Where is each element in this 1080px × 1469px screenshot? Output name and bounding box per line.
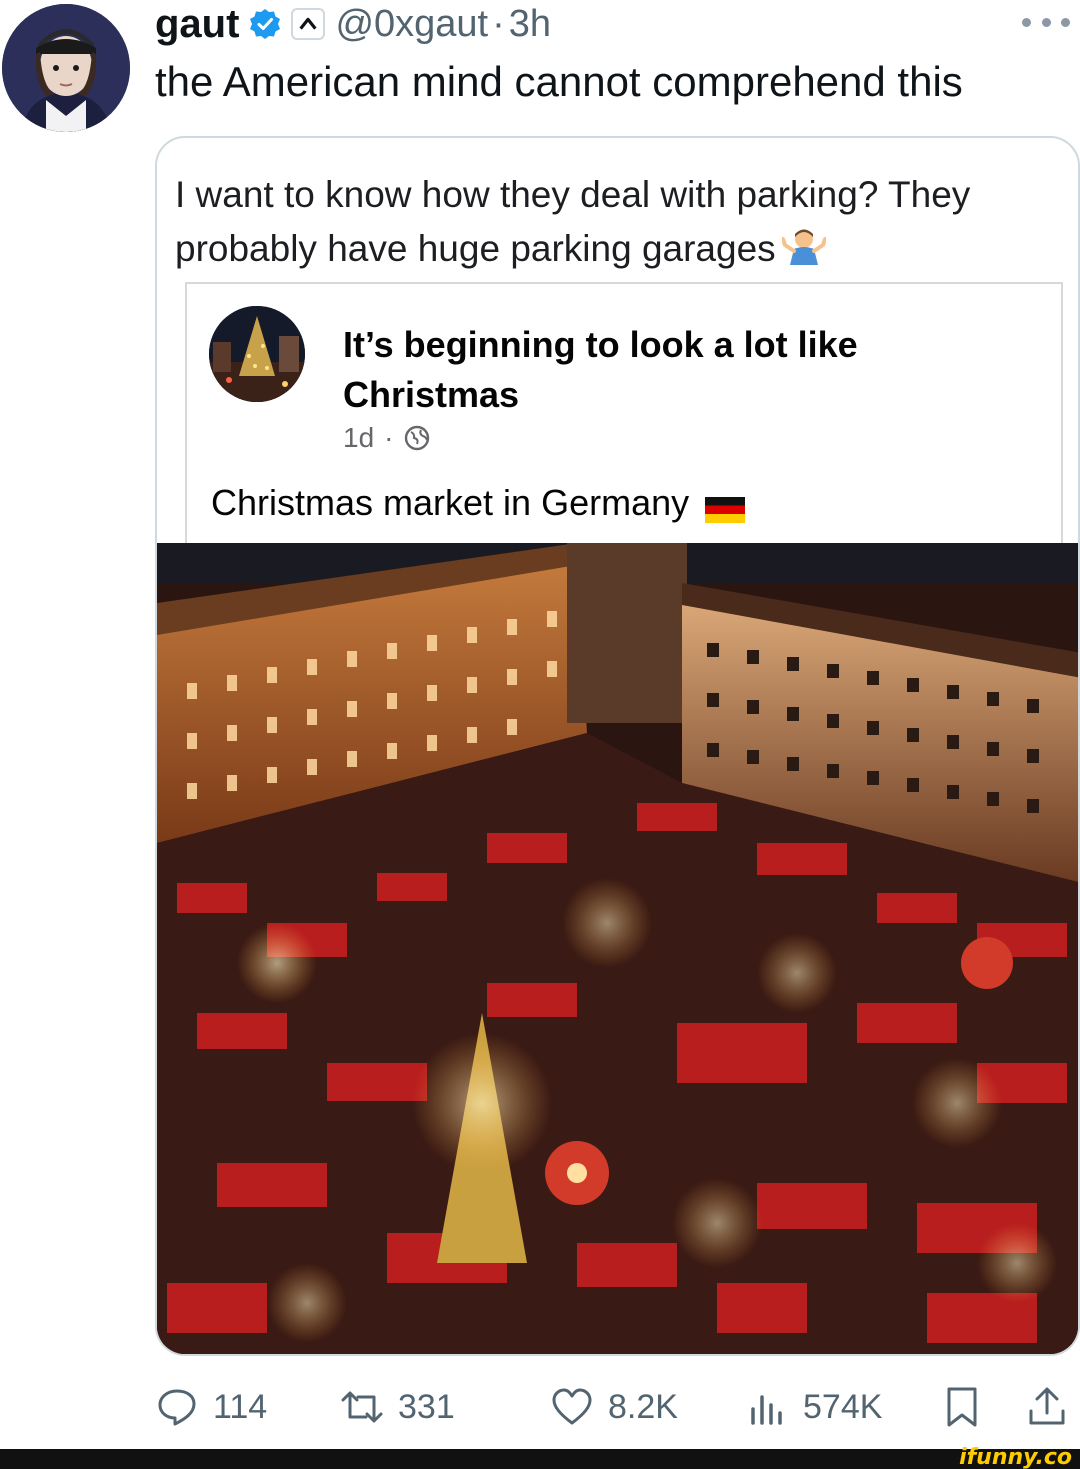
- post-caption: Christmas market in Germany: [211, 482, 746, 524]
- german-flag-icon: [705, 490, 746, 523]
- retweet-count: 331: [398, 1387, 455, 1426]
- facebook-post: It’s beginning to look a lot like Christ…: [185, 282, 1063, 562]
- post-time[interactable]: 1d: [343, 422, 374, 454]
- more-icon[interactable]: [1022, 12, 1070, 32]
- timestamp[interactable]: 3h: [509, 3, 551, 46]
- display-name[interactable]: gaut: [155, 2, 239, 47]
- meta-separator: ·: [384, 422, 394, 453]
- share-button[interactable]: [1025, 1380, 1080, 1434]
- handle[interactable]: @0xgaut: [335, 3, 488, 46]
- reply-button[interactable]: 114: [155, 1380, 267, 1434]
- verified-badge-icon[interactable]: [249, 8, 281, 40]
- tweet-text: the American mind cannot comprehend this: [155, 58, 963, 105]
- globe-icon: [403, 424, 431, 452]
- bookmark-button[interactable]: [940, 1380, 998, 1434]
- bookmark-icon: [947, 1387, 977, 1427]
- views-icon: [751, 1395, 782, 1425]
- post-title: It’s beginning to look a lot like Christ…: [343, 324, 858, 415]
- christmas-market-photo[interactable]: [157, 543, 1078, 1354]
- reply-count: 114: [213, 1387, 268, 1426]
- quoted-comment: I want to know how they deal with parkin…: [175, 168, 1055, 276]
- reply-icon: [158, 1389, 196, 1426]
- retweet-icon: [341, 1391, 383, 1423]
- like-icon: [552, 1388, 592, 1425]
- like-count: 8.2K: [608, 1387, 678, 1426]
- like-button[interactable]: 8.2K: [550, 1380, 678, 1434]
- post-meta: 1d ·: [343, 422, 431, 454]
- views-count: 574K: [803, 1387, 883, 1426]
- tweet-actions: 114 331 8.2K 574K: [155, 1380, 1080, 1434]
- header-separator: ·: [492, 2, 505, 45]
- retweet-button[interactable]: 331: [340, 1380, 455, 1434]
- views-button[interactable]: 574K: [745, 1380, 882, 1434]
- watermark-bar: [0, 1449, 1080, 1469]
- quoted-media-card[interactable]: I want to know how they deal with parkin…: [155, 136, 1080, 1356]
- affiliate-icon[interactable]: [291, 8, 326, 40]
- watermark-logo: ifunny.co: [959, 1445, 1072, 1469]
- author-avatar[interactable]: [2, 4, 130, 132]
- tweet-header: gaut @0xgaut · 3h: [155, 2, 551, 46]
- quoted-comment-text: I want to know how they deal with parkin…: [175, 174, 971, 269]
- page-avatar[interactable]: [209, 306, 305, 402]
- post-caption-text: Christmas market in Germany: [211, 482, 690, 523]
- share-icon: [1029, 1387, 1065, 1425]
- shrug-emoji-icon: [780, 225, 827, 269]
